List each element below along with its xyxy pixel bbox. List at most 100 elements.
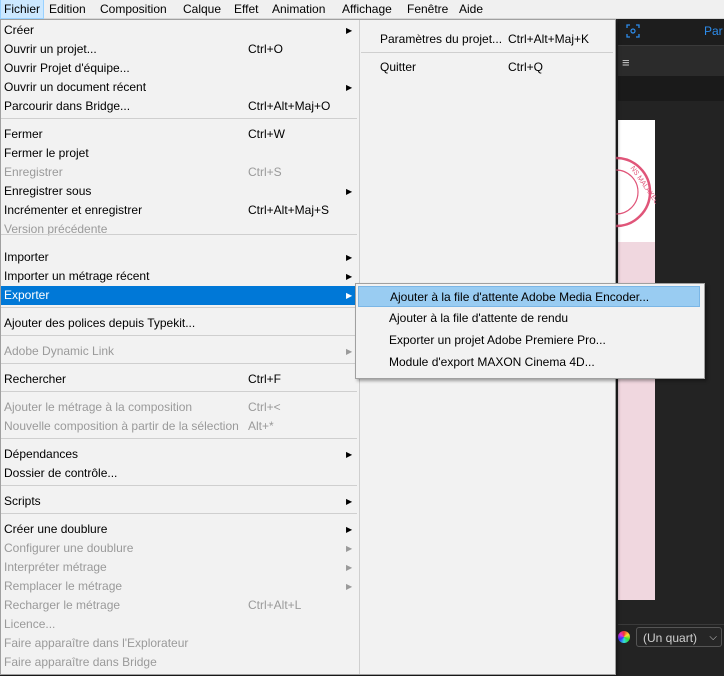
submenu-arrow-icon: ▶: [346, 347, 353, 356]
menubar: Fichier Edition Composition Calque Effet…: [0, 0, 724, 19]
menu-separator: [1, 485, 357, 486]
menu-effet[interactable]: Effet: [231, 0, 261, 18]
menu-item-faire-apparaitre-dans-bridge[interactable]: Faire apparaître dans Bridge: [1, 653, 358, 672]
menu-item-label: Ajouter des polices depuis Typekit...: [4, 316, 196, 330]
submenu-arrow-icon: ▶: [346, 544, 353, 553]
submenu-arrow-icon: ▶: [346, 26, 353, 35]
submenu-arrow-icon: ▶: [346, 450, 353, 459]
menu-item-rechercher[interactable]: Rechercher Ctrl+F: [1, 370, 358, 389]
menu-item-exporter[interactable]: Exporter ▶: [1, 286, 358, 305]
submenu-arrow-icon: ▶: [346, 525, 353, 534]
menu-fenetre[interactable]: Fenêtre: [404, 0, 451, 18]
menu-calque[interactable]: Calque: [180, 0, 224, 18]
menu-item-remplacer-le-metrage[interactable]: Remplacer le métrage ▶: [1, 577, 358, 596]
menu-item-label: Adobe Dynamic Link: [4, 344, 115, 358]
menu-separator: [1, 118, 357, 119]
menu-item-creer[interactable]: Créer ▶: [1, 21, 358, 40]
menu-item-enregistrer[interactable]: Enregistrer Ctrl+S: [1, 163, 358, 182]
menu-item-ajouter-des-polices-depuis-typekit[interactable]: Ajouter des polices depuis Typekit...: [1, 314, 358, 333]
menu-item-label: Créer: [4, 23, 35, 37]
menu-item-fermer-le-projet[interactable]: Fermer le projet: [1, 144, 358, 163]
menu-item-label: Nouvelle composition à partir de la séle…: [4, 419, 239, 433]
submenu-arrow-icon: ▶: [346, 83, 353, 92]
menu-item-ajouter-le-metrage-a-la-composition[interactable]: Ajouter le métrage à la composition Ctrl+…: [1, 398, 358, 417]
menu-item-label: Ajouter le métrage à la composition: [4, 400, 193, 414]
submenu-item-ajouter-a-la-file-d-attente-adobe-media-encoder[interactable]: Ajouter à la file d'attente Adobe Media …: [358, 286, 700, 307]
submenu-item-module-d-export-maxon-cinema-4d[interactable]: Module d'export MAXON Cinema 4D...: [358, 352, 700, 373]
menu-aide[interactable]: Aide: [456, 0, 486, 18]
menu-item-label: Importer: [4, 250, 49, 264]
panel-tab-label[interactable]: Par: [704, 24, 723, 38]
menu-separator: [1, 335, 357, 336]
menu-item-label: Importer un métrage récent: [4, 269, 150, 283]
menu-item-interpreter-metrage[interactable]: Interpréter métrage ▶: [1, 558, 358, 577]
menu-item-label: Recharger le métrage: [4, 598, 121, 612]
menu-separator: [1, 391, 357, 392]
menu-item-configurer-une-doublure[interactable]: Configurer une doublure ▶: [1, 539, 358, 558]
menu-item-nouvelle-composition-a-partir-de-la-selection[interactable]: Nouvelle composition à partir de la séle…: [1, 417, 358, 436]
menu-item-label: Configurer une doublure: [4, 541, 134, 555]
menu-item-ouvrir-projet-d-equipe[interactable]: Ouvrir Projet d'équipe...: [1, 59, 358, 78]
export-submenu: Ajouter à la file d'attente Adobe Media …: [355, 283, 705, 379]
menu-item-version-precedente[interactable]: Version précédente: [1, 220, 358, 239]
menu-item-shortcut: Ctrl+Q: [508, 60, 544, 74]
menu-fichier[interactable]: Fichier: [0, 0, 45, 19]
menu-item-shortcut: Ctrl+S: [248, 165, 282, 179]
menu-item-parametres-du-projet[interactable]: Paramètres du projet... Ctrl+Alt+Maj+K: [361, 30, 613, 49]
menu-item-dependances[interactable]: Dépendances ▶: [1, 445, 358, 464]
menu-item-label: Scripts: [4, 494, 41, 508]
menu-separator: [1, 513, 357, 514]
menu-item-ouvrir-un-document-recent[interactable]: Ouvrir un document récent ▶: [1, 78, 358, 97]
menu-separator: [361, 52, 613, 53]
menu-item-importer[interactable]: Importer ▶: [1, 248, 358, 267]
menu-item-quitter[interactable]: Quitter Ctrl+Q: [361, 58, 613, 77]
menu-item-recharger-le-metrage[interactable]: Recharger le métrage Ctrl+Alt+L: [1, 596, 358, 615]
menu-item-label: Ouvrir un projet...: [4, 42, 97, 56]
menu-item-label: Ouvrir Projet d'équipe...: [4, 61, 130, 75]
zoom-select-value: (Un quart): [643, 631, 698, 645]
menu-item-creer-une-doublure[interactable]: Créer une doublure ▶: [1, 520, 358, 539]
menu-item-ouvrir-un-projet[interactable]: Ouvrir un projet... Ctrl+O: [1, 40, 358, 59]
menu-item-label: Rechercher: [4, 372, 67, 386]
zoom-select[interactable]: (Un quart) ⌵: [636, 627, 722, 647]
menu-edition[interactable]: Edition: [46, 0, 89, 18]
menu-item-dossier-de-controle[interactable]: Dossier de contrôle...: [1, 464, 358, 483]
menu-item-scripts[interactable]: Scripts ▶: [1, 492, 358, 511]
menu-item-label: Créer une doublure: [4, 522, 108, 536]
menu-item-shortcut: Ctrl+<: [248, 400, 281, 414]
viewer-header: [618, 76, 724, 101]
menu-item-label: Enregistrer sous: [4, 184, 92, 198]
menu-item-fermer[interactable]: Fermer Ctrl+W: [1, 125, 358, 144]
menu-item-label: Paramètres du projet...: [380, 32, 503, 46]
menu-item-parcourir-dans-bridge[interactable]: Parcourir dans Bridge... Ctrl+Alt+Maj+O: [1, 97, 358, 116]
menu-item-label: Exporter: [4, 288, 50, 302]
menu-composition[interactable]: Composition: [97, 0, 170, 18]
submenu-arrow-icon: ▶: [346, 563, 353, 572]
menu-item-faire-apparaitre-dans-l-explorateur[interactable]: Faire apparaître dans l'Explorateur: [1, 634, 358, 653]
menu-item-enregistrer-sous[interactable]: Enregistrer sous ▶: [1, 182, 358, 201]
panel-menu-icon[interactable]: ≡: [622, 55, 630, 70]
focus-frame-icon[interactable]: [626, 24, 640, 38]
panel-toolbar: [618, 46, 724, 76]
submenu-arrow-icon: ▶: [346, 272, 353, 281]
menu-item-incrementer-et-enregistrer[interactable]: Incrémenter et enregistrer Ctrl+Alt+Maj+S: [1, 201, 358, 220]
menu-item-label: Fermer: [4, 127, 43, 141]
menu-animation[interactable]: Animation: [269, 0, 328, 18]
menu-item-importer-un-metrage-recent[interactable]: Importer un métrage récent ▶: [1, 267, 358, 286]
submenu-item-label: Module d'export MAXON Cinema 4D...: [389, 355, 595, 369]
menu-item-label: Dépendances: [4, 447, 79, 461]
submenu-arrow-icon: ▶: [346, 253, 353, 262]
menu-affichage[interactable]: Affichage: [339, 0, 395, 18]
submenu-item-ajouter-a-la-file-d-attente-de-rendu[interactable]: Ajouter à la file d'attente de rendu: [358, 308, 700, 329]
menu-item-label: Licence...: [4, 617, 56, 631]
menu-item-licence[interactable]: Licence...: [1, 615, 358, 634]
submenu-arrow-icon: ▶: [346, 187, 353, 196]
submenu-arrow-icon: ▶: [346, 291, 353, 300]
menu-item-adobe-dynamic-link[interactable]: Adobe Dynamic Link ▶: [1, 342, 358, 361]
menu-item-shortcut: Alt+*: [248, 419, 274, 433]
color-wheel-icon[interactable]: [618, 631, 630, 643]
menu-item-label: Faire apparaître dans Bridge: [4, 655, 157, 669]
submenu-item-exporter-un-projet-adobe-premiere-pro[interactable]: Exporter un projet Adobe Premiere Pro...: [358, 330, 700, 351]
menu-item-label: Interpréter métrage: [4, 560, 107, 574]
menu-item-label: Enregistrer: [4, 165, 63, 179]
